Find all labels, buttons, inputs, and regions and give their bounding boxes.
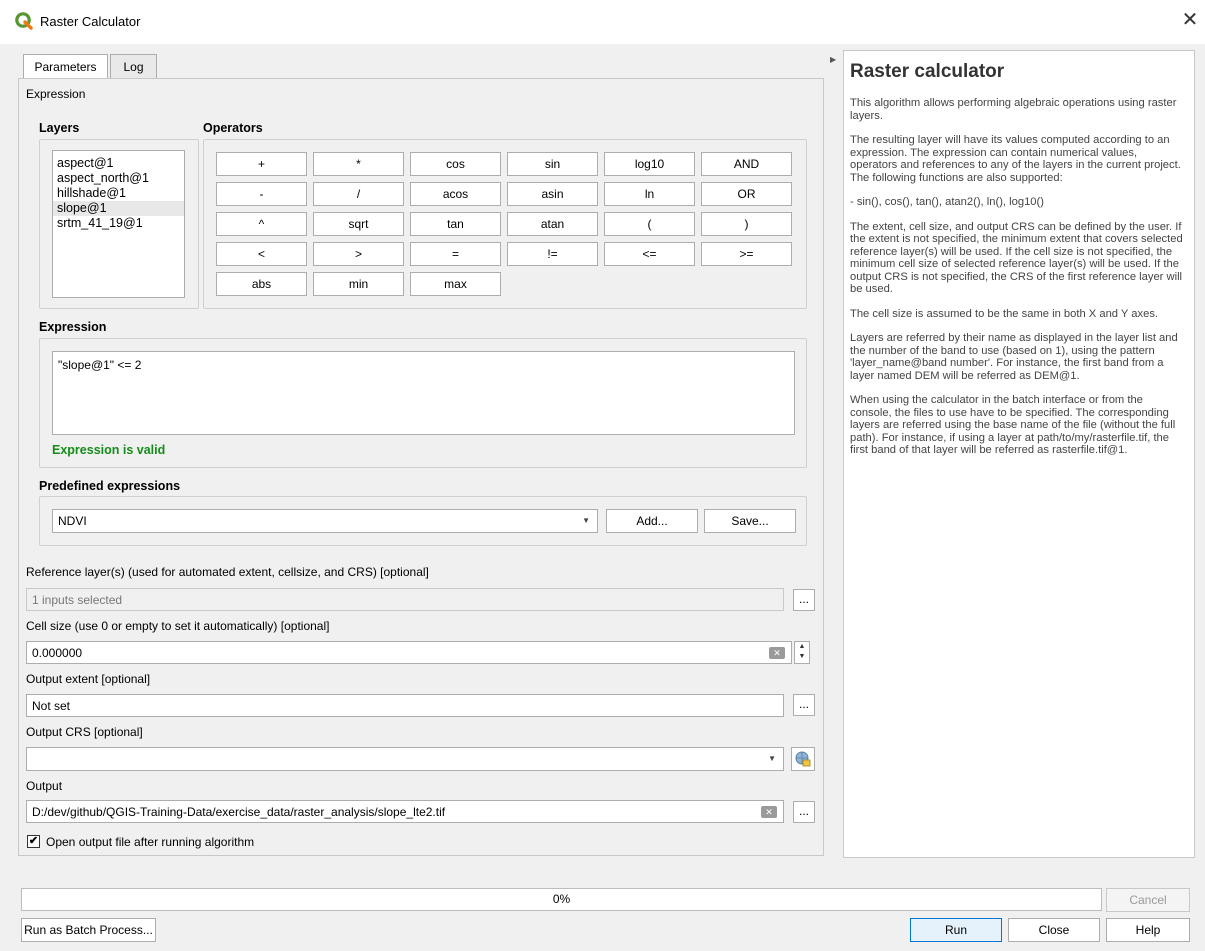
output-extent-menu-button[interactable]: ... bbox=[793, 694, 815, 716]
cell-size-value: 0.000000 bbox=[32, 646, 83, 660]
operator-divide-button[interactable]: / bbox=[313, 182, 404, 206]
title-bar bbox=[0, 0, 1205, 44]
output-label: Output bbox=[26, 779, 63, 793]
operator-greater-equal-button[interactable]: >= bbox=[701, 242, 792, 266]
expression-section-label: Expression bbox=[26, 87, 86, 101]
operator-acos-button[interactable]: acos bbox=[410, 182, 501, 206]
crs-selector-button[interactable] bbox=[791, 747, 815, 771]
layers-label: Layers bbox=[39, 121, 80, 135]
operator-open-paren-button[interactable]: ( bbox=[604, 212, 695, 236]
operator-log10-button[interactable]: log10 bbox=[604, 152, 695, 176]
operator-and-button[interactable]: AND bbox=[701, 152, 792, 176]
operator-multiply-button[interactable]: * bbox=[313, 152, 404, 176]
operator-or-button[interactable]: OR bbox=[701, 182, 792, 206]
help-paragraph: This algorithm allows performing algebra… bbox=[850, 97, 1177, 122]
help-paragraph: The resulting layer will have its values… bbox=[850, 134, 1181, 184]
operators-label: Operators bbox=[203, 121, 263, 135]
operator-tan-button[interactable]: tan bbox=[410, 212, 501, 236]
output-extent-field[interactable]: Not set bbox=[26, 694, 784, 717]
predefined-expression-select[interactable]: NDVI ▼ bbox=[52, 509, 598, 533]
output-crs-label: Output CRS [optional] bbox=[26, 725, 143, 739]
operator-greater-than-button[interactable]: > bbox=[313, 242, 404, 266]
tab-log[interactable]: Log bbox=[110, 54, 157, 78]
reference-layers-browse-button[interactable]: ... bbox=[793, 589, 815, 611]
operator-sin-button[interactable]: sin bbox=[507, 152, 598, 176]
run-button[interactable]: Run bbox=[910, 918, 1002, 942]
globe-icon bbox=[795, 751, 811, 767]
reference-layers-field[interactable]: 1 inputs selected bbox=[26, 588, 784, 611]
operator-less-than-button[interactable]: < bbox=[216, 242, 307, 266]
expression-label: Expression bbox=[39, 320, 107, 334]
help-paragraph: - sin(), cos(), tan(), atan2(), ln(), lo… bbox=[850, 196, 1044, 208]
add-expression-button[interactable]: Add... bbox=[606, 509, 698, 533]
window-title: Raster Calculator bbox=[40, 14, 141, 29]
operator-asin-button[interactable]: asin bbox=[507, 182, 598, 206]
help-button[interactable]: Help bbox=[1106, 918, 1190, 942]
output-extent-label: Output extent [optional] bbox=[26, 672, 151, 686]
operator-power-button[interactable]: ^ bbox=[216, 212, 307, 236]
list-item[interactable]: hillshade@1 bbox=[53, 186, 184, 201]
help-body: This algorithm allows performing algebra… bbox=[850, 97, 1185, 469]
predefined-expressions-group: NDVI ▼ Add... Save... bbox=[39, 496, 807, 546]
operator-atan-button[interactable]: atan bbox=[507, 212, 598, 236]
chevron-down-icon: ▼ bbox=[582, 516, 590, 525]
operator-min-button[interactable]: min bbox=[313, 272, 404, 296]
progress-bar: 0% bbox=[21, 888, 1102, 911]
expression-editor[interactable]: "slope@1" <= 2 bbox=[52, 351, 795, 435]
parameters-panel: Expression Layers aspect@1 aspect_north@… bbox=[18, 78, 824, 856]
cell-size-input[interactable]: 0.000000 ✕ bbox=[26, 641, 792, 664]
predefined-expression-value: NDVI bbox=[58, 514, 87, 528]
expression-validity-status: Expression is valid bbox=[52, 443, 166, 457]
output-crs-select[interactable]: ▼ bbox=[26, 747, 784, 771]
operator-equal-button[interactable]: = bbox=[410, 242, 501, 266]
output-file-value: D:/dev/github/QGIS-Training-Data/exercis… bbox=[32, 805, 446, 819]
progress-text: 0% bbox=[552, 892, 571, 906]
layers-group: aspect@1 aspect_north@1 hillshade@1 slop… bbox=[39, 139, 199, 309]
help-paragraph: Layers are referred by their name as dis… bbox=[850, 332, 1178, 382]
help-paragraph: The extent, cell size, and output CRS ca… bbox=[850, 220, 1183, 296]
operator-max-button[interactable]: max bbox=[410, 272, 501, 296]
operator-sqrt-button[interactable]: sqrt bbox=[313, 212, 404, 236]
operator-less-equal-button[interactable]: <= bbox=[604, 242, 695, 266]
output-file-input[interactable]: D:/dev/github/QGIS-Training-Data/exercis… bbox=[26, 800, 784, 823]
close-window-icon[interactable]: ✕ bbox=[1180, 10, 1200, 32]
cell-size-label: Cell size (use 0 or empty to set it auto… bbox=[26, 619, 330, 633]
list-item[interactable]: srtm_41_19@1 bbox=[53, 216, 184, 231]
cell-size-spinner[interactable]: ▲ ▼ bbox=[794, 641, 810, 664]
run-as-batch-button[interactable]: Run as Batch Process... bbox=[21, 918, 156, 942]
list-item-selected[interactable]: slope@1 bbox=[53, 201, 184, 216]
spin-up-icon[interactable]: ▲ bbox=[795, 642, 809, 652]
save-expression-button[interactable]: Save... bbox=[704, 509, 796, 533]
operator-abs-button[interactable]: abs bbox=[216, 272, 307, 296]
spin-down-icon[interactable]: ▼ bbox=[795, 652, 809, 662]
open-output-label: Open output file after running algorithm bbox=[46, 835, 255, 849]
operator-cos-button[interactable]: cos bbox=[410, 152, 501, 176]
operator-ln-button[interactable]: ln bbox=[604, 182, 695, 206]
help-paragraph: The cell size is assumed to be the same … bbox=[850, 307, 1159, 320]
operator-minus-button[interactable]: - bbox=[216, 182, 307, 206]
splitter-arrow-icon[interactable]: ▶ bbox=[830, 55, 836, 64]
chevron-down-icon: ▼ bbox=[768, 754, 776, 763]
clear-icon[interactable]: ✕ bbox=[769, 647, 785, 659]
close-button[interactable]: Close bbox=[1008, 918, 1100, 942]
layers-list[interactable]: aspect@1 aspect_north@1 hillshade@1 slop… bbox=[52, 150, 185, 298]
output-file-browse-button[interactable]: ... bbox=[793, 801, 815, 823]
operator-not-equal-button[interactable]: != bbox=[507, 242, 598, 266]
help-title: Raster calculator bbox=[850, 61, 1005, 82]
clear-icon[interactable]: ✕ bbox=[761, 806, 777, 818]
expression-group: "slope@1" <= 2 Expression is valid bbox=[39, 338, 807, 468]
list-item[interactable]: aspect_north@1 bbox=[53, 171, 184, 186]
operator-close-paren-button[interactable]: ) bbox=[701, 212, 792, 236]
tab-parameters[interactable]: Parameters bbox=[23, 54, 108, 80]
help-panel: Raster calculator This algorithm allows … bbox=[843, 50, 1195, 858]
cancel-button[interactable]: Cancel bbox=[1106, 888, 1190, 912]
operators-group: + * cos sin log10 AND - / acos asin ln O… bbox=[203, 139, 807, 309]
qgis-logo-icon bbox=[15, 12, 33, 30]
reference-layers-label: Reference layer(s) (used for automated e… bbox=[26, 565, 429, 579]
open-output-checkbox[interactable]: ✔ bbox=[27, 835, 40, 848]
list-item[interactable]: aspect@1 bbox=[53, 156, 184, 171]
predefined-expressions-label: Predefined expressions bbox=[39, 479, 181, 493]
help-paragraph: When using the calculator in the batch i… bbox=[850, 394, 1176, 456]
operator-plus-button[interactable]: + bbox=[216, 152, 307, 176]
